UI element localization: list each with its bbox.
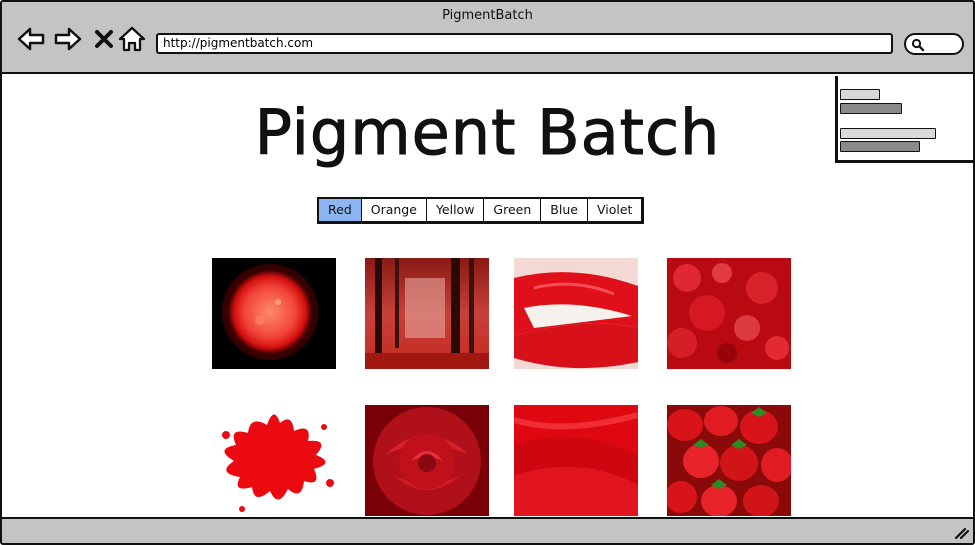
page-title: Pigment Batch (254, 96, 721, 170)
tab-violet[interactable]: Violet (588, 199, 641, 221)
window-title: PigmentBatch (442, 8, 533, 23)
address-bar[interactable]: http://pigmentbatch.com (156, 33, 893, 54)
red-rose-image[interactable] (365, 405, 489, 516)
color-tabs: Red Orange Yellow Green Blue Violet (317, 197, 645, 224)
chart-bar-4 (840, 141, 920, 152)
home-icon[interactable] (118, 26, 148, 52)
chart-bar-1 (840, 89, 880, 100)
browser-window: PigmentBatch http://pigmentbatch.com Pig… (0, 0, 975, 545)
search-field[interactable] (904, 33, 964, 55)
browser-toolbar: PigmentBatch http://pigmentbatch.com (2, 2, 973, 74)
back-arrow-icon[interactable] (16, 26, 46, 52)
tab-orange[interactable]: Orange (362, 199, 427, 221)
search-icon (911, 38, 925, 52)
tab-blue[interactable]: Blue (541, 199, 588, 221)
page-content: Pigment Batch Red Orange Yellow Green Bl… (2, 74, 973, 517)
chart-widget (835, 76, 973, 163)
red-abstract-waves-image[interactable] (514, 405, 638, 516)
chart-bar-3 (840, 128, 936, 139)
red-forest-image[interactable] (365, 258, 489, 369)
tab-yellow[interactable]: Yellow (427, 199, 485, 221)
chart-bar-2 (840, 103, 902, 114)
status-bar (2, 517, 973, 543)
red-lips-image[interactable] (514, 258, 638, 369)
forward-arrow-icon[interactable] (53, 26, 83, 52)
tab-red[interactable]: Red (319, 199, 362, 221)
red-paint-splat-image[interactable] (212, 405, 336, 516)
red-bokeh-image[interactable] (667, 258, 791, 369)
tab-green[interactable]: Green (484, 199, 542, 221)
close-x-icon[interactable] (90, 26, 120, 52)
resize-handle-icon[interactable] (953, 524, 969, 540)
strawberries-image[interactable] (667, 405, 791, 516)
red-sun-image[interactable] (212, 258, 336, 369)
